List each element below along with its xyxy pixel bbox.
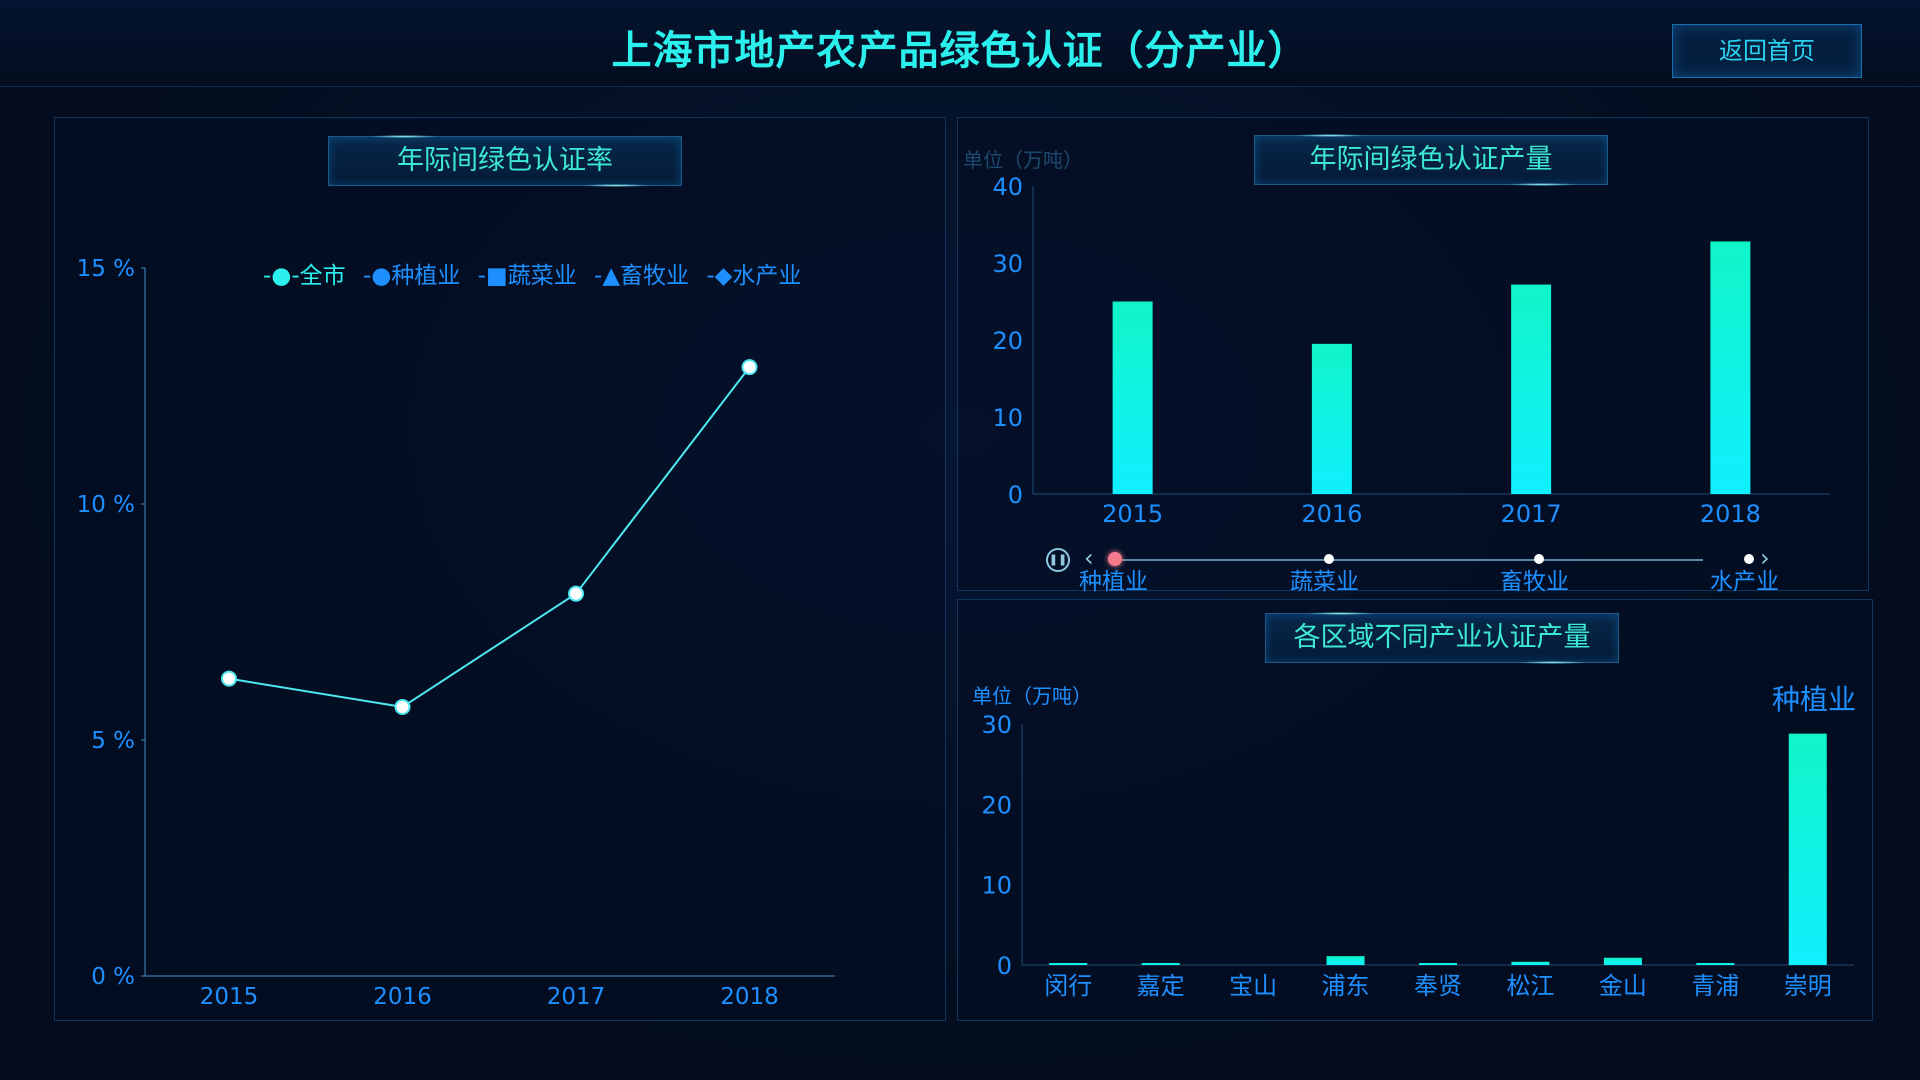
region-panel: 各区域不同产业认证产量 单位（万吨） 种植业 0 10 20 30 闵行 嘉定 宝山 浦东 奉贤… [957,599,1873,1021]
data-point [221,670,237,687]
x-tick-label: 2018 [720,984,779,1010]
timeline-track[interactable] [1115,559,1703,561]
x-tick-label: 2016 [1301,500,1362,528]
timeline-label-aquatic[interactable]: 水产业 [1710,562,1779,596]
x-tick-label: 松江 [1506,972,1554,1000]
x-tick-label: 2017 [1501,500,1562,528]
x-tick-label: 浦东 [1322,972,1370,1000]
data-point [741,359,758,376]
y-tick-label: 30 [992,250,1023,278]
region-bar-chart: 0 10 20 30 闵行 嘉定 宝山 浦东 奉贤 松江 金山 青浦 崇明 [981,711,1854,1000]
x-tick-label: 2016 [373,984,432,1010]
page-title: 上海市地产农产品绿色认证（分产业） [611,28,1309,74]
rate-line-chart: 0 % 5 % 10 % 15 % 2015 2016 2017 2018 [77,256,835,1010]
x-tick-label: 2018 [1700,500,1761,528]
bar [1696,963,1735,965]
y-tick-label: 10 [981,872,1012,900]
x-tick-label: 嘉定 [1137,972,1185,1000]
timeline-label-livestock[interactable]: 畜牧业 [1500,562,1569,596]
rate-panel: 年际间绿色认证率 -●-全市 -●种植业 -■蔬菜业 -▲畜牧业 -◆水产业 0… [54,117,946,1021]
bar [1049,963,1088,965]
x-tick-label: 2017 [547,984,606,1010]
bar [1710,241,1751,494]
y-tick-label: 40 [992,173,1023,201]
bar [1112,301,1153,494]
y-tick-label: 10 [992,404,1023,432]
y-tick-label: 15 % [77,256,135,282]
x-tick-label: 青浦 [1691,972,1739,1000]
x-tick-label: 崇明 [1784,972,1832,1000]
data-point [568,585,584,602]
y-tick-label: 0 [1008,481,1023,509]
bar [1511,284,1552,494]
x-tick-label: 宝山 [1229,972,1277,1000]
y-tick-label: 0 % [91,964,135,990]
bar [1603,957,1642,965]
bar [1788,733,1827,965]
x-tick-label: 奉贤 [1414,972,1462,1000]
pause-icon: ❚❚ [1048,553,1068,566]
back-home-button[interactable]: 返回首页 [1672,24,1862,78]
bar [1511,961,1550,965]
x-tick-label: 2015 [1102,500,1163,528]
data-point [394,698,411,715]
bar [1311,343,1352,494]
output-panel: 年际间绿色认证产量 单位（万吨） 0 10 20 30 40 2015 2016 2017 20… [957,117,1869,595]
timeline-label-planting[interactable]: 种植业 [1079,562,1148,596]
y-tick-label: 30 [981,711,1012,739]
y-tick-label: 20 [981,791,1012,819]
bar [1419,963,1457,965]
x-tick-label: 闵行 [1044,972,1092,1000]
bar [1326,956,1365,965]
x-tick-label: 金山 [1599,972,1647,1000]
bar [1141,963,1180,965]
x-tick-label: 2015 [200,984,259,1010]
output-bar-chart: 0 10 20 30 40 2015 2016 2017 2018 [992,173,1830,528]
series-line-all [228,366,751,709]
header-bar: 上海市地产农产品绿色认证（分产业） 返回首页 [0,0,1920,87]
y-tick-label: 10 % [77,492,135,518]
timeline-label-vegetable[interactable]: 蔬菜业 [1290,562,1359,596]
y-tick-label: 5 % [91,728,135,754]
timeline-play-button[interactable]: ❚❚ [1046,548,1070,572]
y-tick-label: 20 [992,327,1023,355]
y-tick-label: 0 [997,952,1012,980]
